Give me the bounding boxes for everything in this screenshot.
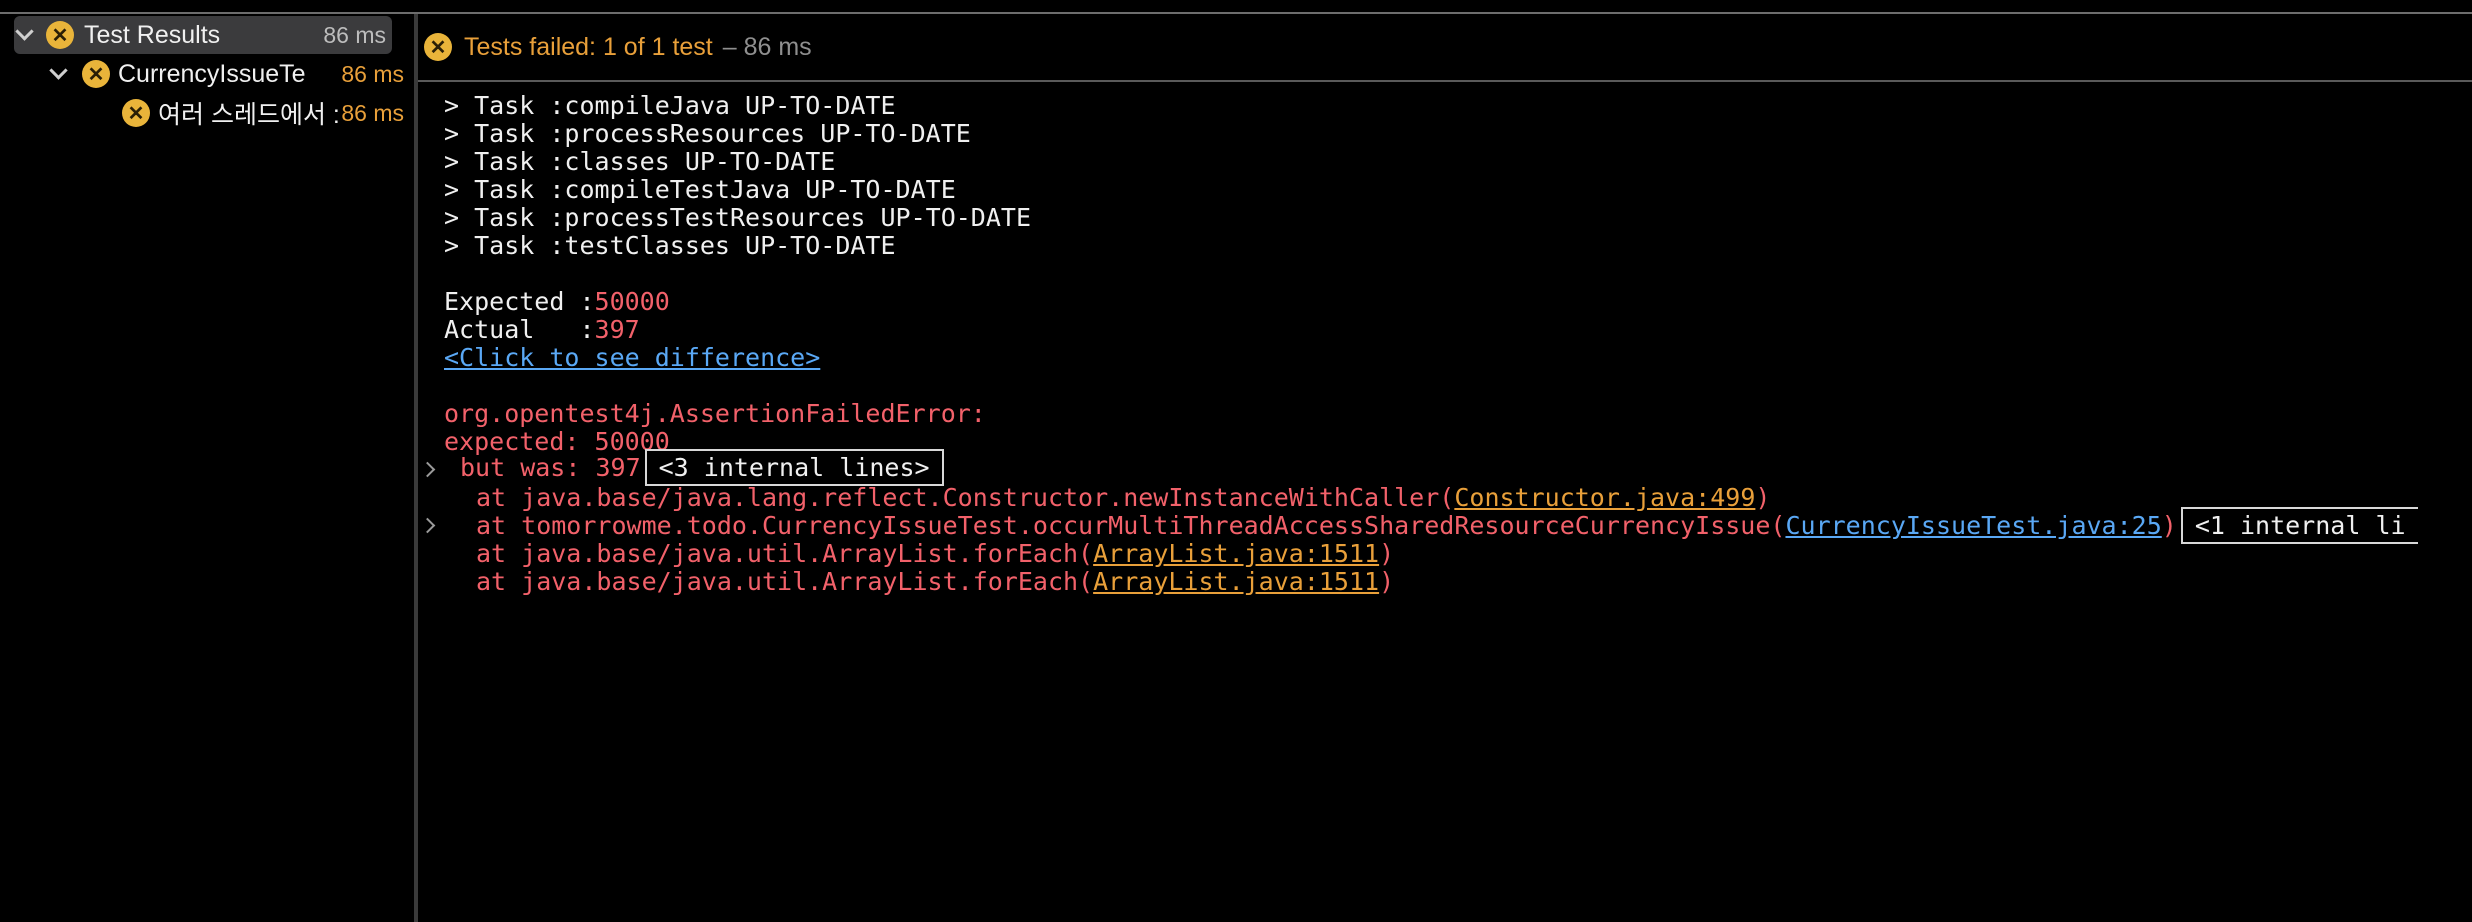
failed-test-icon: ✕ [46, 21, 74, 49]
failed-test-icon: ✕ [82, 60, 110, 88]
internal-lines-toggle[interactable]: <1 internal li [2180, 507, 2418, 544]
tests-failed-text: Tests failed: 1 of 1 test [464, 32, 713, 61]
test-tree-panel: ✕ Test Results 86 ms ✕ CurrencyIssueTe 8… [0, 14, 414, 922]
tree-item-time: 86 ms [323, 21, 386, 48]
console-line: > Task :testClasses UP-TO-DATE [444, 231, 896, 260]
tree-item-label: 여러 스레드에서 : [158, 101, 338, 129]
chevron-down-icon[interactable] [48, 63, 70, 85]
chevron-down-icon[interactable] [14, 24, 36, 46]
test-duration: – 86 ms [722, 32, 812, 61]
stack-frame-text: at java.base/java.util.ArrayList.forEach… [476, 567, 1094, 596]
tree-item-label: CurrencyIssueTe [118, 59, 306, 88]
stack-frame-suffix: ) [1379, 567, 1395, 596]
console-output[interactable]: > Task :compileJava UP-TO-DATE > Task :p… [418, 82, 2472, 922]
source-link[interactable]: ArrayList.java:1511 [1093, 567, 1379, 596]
tree-item-time: 86 ms [341, 60, 404, 87]
tree-item-test-results[interactable]: ✕ Test Results 86 ms [14, 16, 392, 54]
failed-test-icon: ✕ [122, 99, 150, 127]
diff-line: <Click to see difference> [444, 338, 820, 378]
click-to-see-difference-link[interactable]: <Click to see difference> [444, 343, 820, 372]
expand-arrow-icon[interactable] [418, 506, 440, 546]
stack-frame-suffix: ) [2161, 511, 2177, 540]
test-status-bar: ✕ Tests failed: 1 of 1 test – 86 ms [418, 14, 2472, 82]
window-top-border [0, 0, 2472, 14]
stack-frame: at java.base/java.util.ArrayList.forEach… [476, 562, 1394, 602]
expand-arrow-icon[interactable] [418, 450, 440, 490]
tree-item-currency-issue-test[interactable]: ✕ CurrencyIssueTe 86 ms [0, 55, 410, 93]
failed-test-icon: ✕ [424, 33, 452, 61]
tree-item-multithread-test[interactable]: ✕ 여러 스레드에서 : 86 ms [0, 94, 410, 132]
source-link[interactable]: CurrencyIssueTest.java:25 [1785, 511, 2161, 540]
tree-item-label: Test Results [84, 20, 221, 49]
tree-item-time: 86 ms [341, 99, 404, 126]
